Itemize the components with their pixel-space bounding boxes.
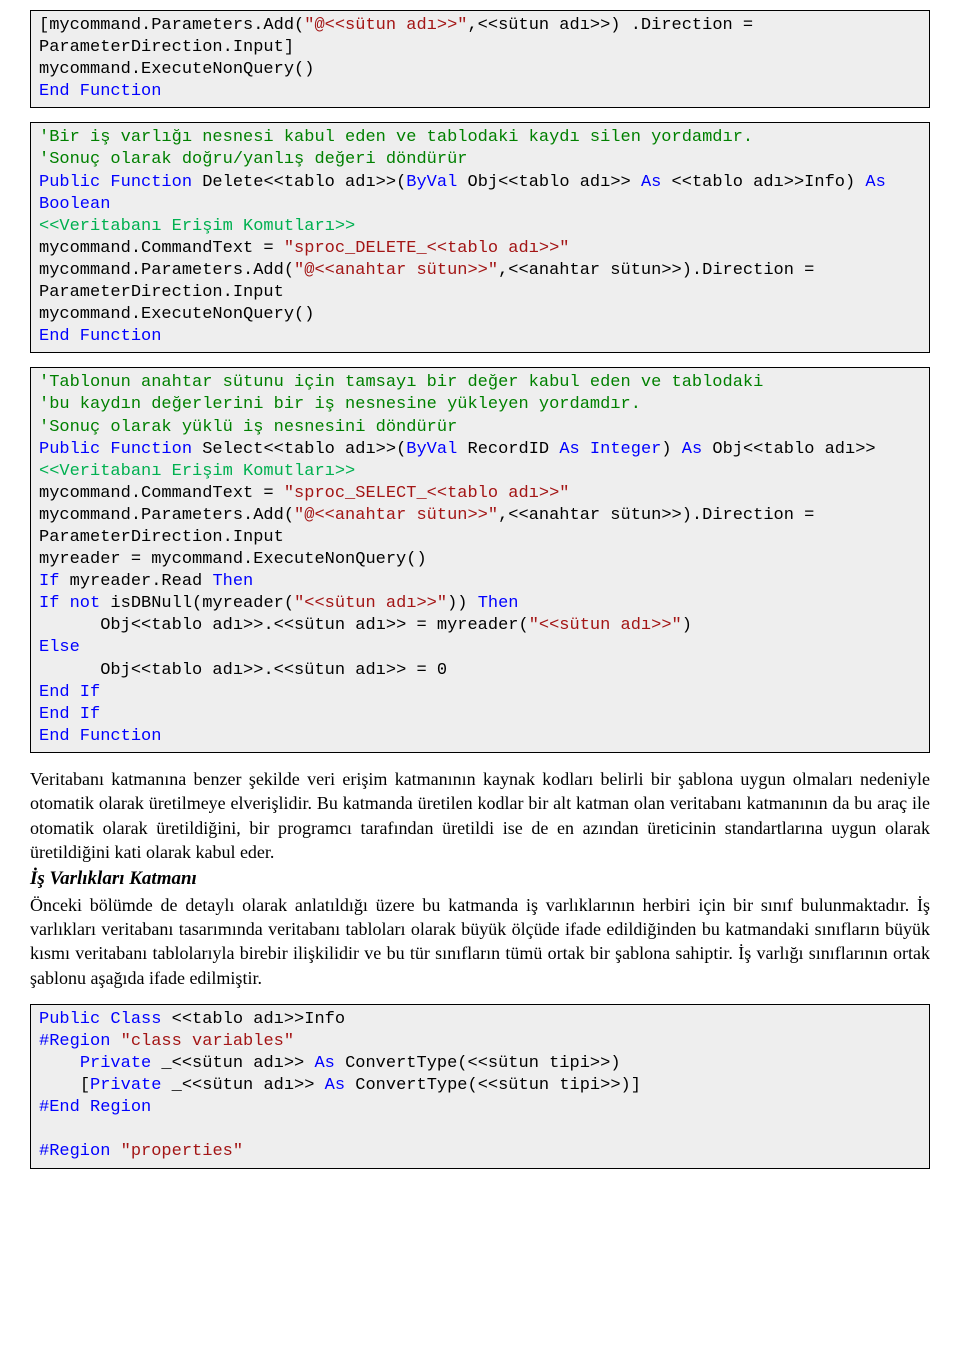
code-keyword: If <box>39 572 59 591</box>
code-placeholder: <<Veritabanı Erişim Komutları>> <box>39 462 355 481</box>
code-string: "properties" <box>121 1142 243 1161</box>
code-region: #Region <box>39 1142 121 1161</box>
code-keyword: As Integer <box>559 440 661 459</box>
code-text: [ <box>39 1076 90 1095</box>
code-text: isDBNull(myreader( <box>100 594 294 613</box>
code-text: _<<sütun adı>> <box>151 1054 314 1073</box>
code-comment: 'bu kaydın değerlerini bir iş nesnesine … <box>39 395 641 414</box>
code-text: Obj<<tablo adı>>.<<sütun adı>> = myreade… <box>39 616 529 635</box>
code-text: mycommand.CommandText = <box>39 239 284 258</box>
paragraph-1: Veritabanı katmanına benzer şekilde veri… <box>30 767 930 864</box>
code-text: )) <box>447 594 478 613</box>
code-block-3: 'Tablonun anahtar sütunu için tamsayı bi… <box>30 367 930 753</box>
code-line: [mycommand.Parameters.Add( <box>39 16 304 35</box>
code-string: "<<sütun adı>>" <box>529 616 682 635</box>
code-comment: 'Tablonun anahtar sütunu için tamsayı bi… <box>39 373 763 392</box>
code-keyword: Then <box>478 594 519 613</box>
code-block-1: [mycommand.Parameters.Add("@<<sütun adı>… <box>30 10 930 108</box>
code-text: mycommand.ExecuteNonQuery() <box>39 305 314 324</box>
code-text: Delete<<tablo adı>>( <box>192 173 406 192</box>
code-keyword: As <box>641 173 661 192</box>
code-region: #End Region <box>39 1098 151 1117</box>
code-keyword: End If <box>39 683 100 702</box>
code-comment: 'Bir iş varlığı nesnesi kabul eden ve ta… <box>39 128 753 147</box>
paragraph-2: Önceki bölümde de detaylı olarak anlatıl… <box>30 893 930 990</box>
code-comment: 'Sonuç olarak doğru/yanlış değeri döndür… <box>39 150 467 169</box>
code-string: "<<sütun adı>>" <box>294 594 447 613</box>
code-line: mycommand.ExecuteNonQuery() <box>39 60 314 79</box>
section-heading: İş Varlıkları Katmanı <box>30 866 930 892</box>
code-text: myreader = mycommand.ExecuteNonQuery() <box>39 550 427 569</box>
code-text: mycommand.Parameters.Add( <box>39 261 294 280</box>
code-keyword: Else <box>39 638 80 657</box>
code-text: ConvertType(<<sütun tipi>>) <box>335 1054 621 1073</box>
code-text: Select<<tablo adı>>( <box>192 440 406 459</box>
code-text: mycommand.Parameters.Add( <box>39 506 294 525</box>
code-keyword: End Function <box>39 327 161 346</box>
code-keyword: ByVal <box>406 173 457 192</box>
code-keyword: End Function <box>39 82 161 101</box>
code-keyword: Then <box>212 572 253 591</box>
code-text: ) <box>661 440 681 459</box>
code-text: myreader.Read <box>59 572 212 591</box>
code-keyword: As <box>325 1076 345 1095</box>
code-string: "sproc_SELECT_<<tablo adı>>" <box>284 484 570 503</box>
code-comment: 'Sonuç olarak yüklü iş nesnesini döndürü… <box>39 418 457 437</box>
code-text: Obj<<tablo adı>> <box>702 440 875 459</box>
code-text: Obj<<tablo adı>>.<<sütun adı>> = 0 <box>39 661 447 680</box>
code-text: _<<sütun adı>> <box>161 1076 324 1095</box>
code-string: "@<<sütun adı>>" <box>304 16 467 35</box>
code-keyword: ByVal <box>406 440 457 459</box>
code-keyword: Public Class <box>39 1010 161 1029</box>
code-text: <<tablo adı>>Info <box>161 1010 345 1029</box>
code-string: "@<<anahtar sütun>>" <box>294 506 498 525</box>
code-keyword: Private <box>39 1054 151 1073</box>
code-keyword: As <box>682 440 702 459</box>
code-text: Obj<<tablo adı>> <box>457 173 641 192</box>
code-block-4: Public Class <<tablo adı>>Info #Region "… <box>30 1004 930 1169</box>
code-keyword: End If <box>39 705 100 724</box>
code-region: #Region <box>39 1032 121 1051</box>
code-string: "sproc_DELETE_<<tablo adı>>" <box>284 239 570 258</box>
code-string: "@<<anahtar sütun>>" <box>294 261 498 280</box>
code-keyword: End Function <box>39 727 161 746</box>
code-text: ConvertType(<<sütun tipi>>)] <box>345 1076 641 1095</box>
code-text: <<tablo adı>>Info) <box>661 173 865 192</box>
code-text: ) <box>682 616 692 635</box>
code-placeholder: <<Veritabanı Erişim Komutları>> <box>39 217 355 236</box>
code-keyword: Private <box>90 1076 161 1095</box>
code-keyword: If not <box>39 594 100 613</box>
code-string: "class variables" <box>121 1032 294 1051</box>
code-text: RecordID <box>457 440 559 459</box>
code-text: mycommand.CommandText = <box>39 484 284 503</box>
code-keyword: Public Function <box>39 440 192 459</box>
code-keyword: As <box>314 1054 334 1073</box>
code-block-2: 'Bir iş varlığı nesnesi kabul eden ve ta… <box>30 122 930 353</box>
code-keyword: Public Function <box>39 173 192 192</box>
